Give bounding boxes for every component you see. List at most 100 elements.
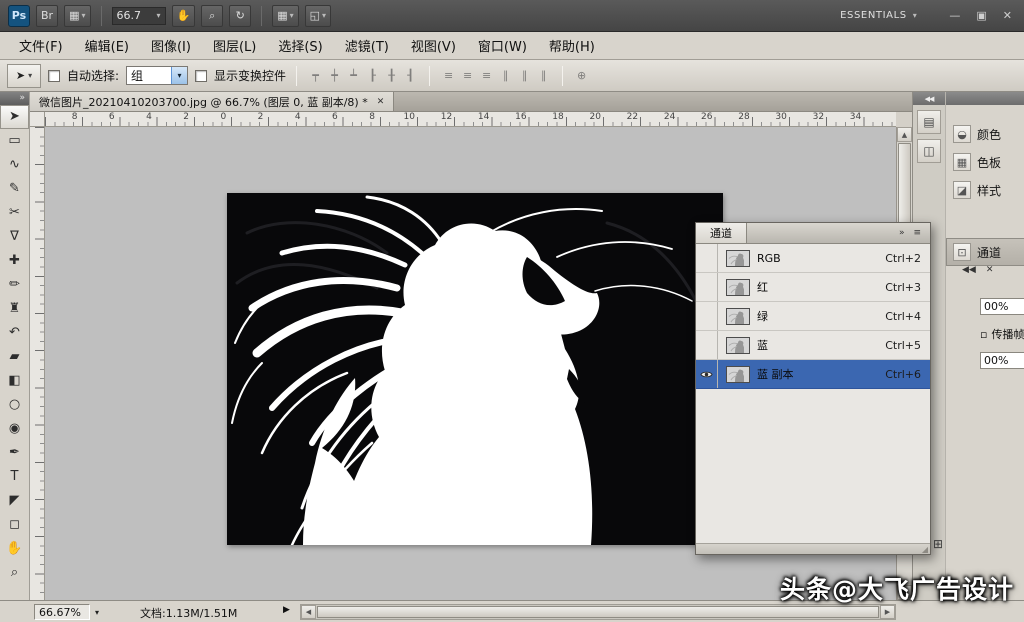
document-image[interactable]	[227, 193, 723, 545]
path-selection-tool[interactable]: ◤	[0, 489, 29, 513]
history-brush-tool[interactable]: ↶	[0, 321, 29, 345]
distribute-button[interactable]: ≡	[440, 68, 457, 84]
lasso-tool[interactable]: ∿	[0, 153, 29, 177]
visibility-toggle[interactable]	[696, 273, 718, 301]
channels-panel-tab[interactable]: 通道	[696, 223, 747, 243]
zoom-tool[interactable]: ⌕	[0, 561, 29, 585]
panel-menu-icon[interactable]: ≡	[913, 228, 921, 238]
visibility-toggle[interactable]	[696, 331, 718, 359]
eyedropper-tool[interactable]: ∇	[0, 225, 29, 249]
opacity-field[interactable]: 00% ▾	[980, 298, 1024, 315]
resize-grip-icon[interactable]: ◢	[922, 545, 928, 554]
channels-panel-button[interactable]: ⊡ 通道	[946, 238, 1024, 266]
toolbar-collapse-strip[interactable]: »	[0, 92, 29, 105]
pen-tool[interactable]: ✒	[0, 441, 29, 465]
hand-tool-button[interactable]: ✋	[172, 5, 196, 27]
distribute-button[interactable]: ≡	[478, 68, 495, 84]
scroll-right-arrow[interactable]: ▶	[880, 605, 895, 619]
menu-item[interactable]: 选择(S)	[267, 31, 333, 60]
panel-collapse-icon[interactable]: ◀◀	[962, 265, 976, 275]
arrange-documents-button[interactable]: ▦ ▾	[272, 5, 298, 27]
menu-item[interactable]: 滤镜(T)	[334, 31, 400, 60]
hand-tool[interactable]: ✋	[0, 537, 29, 561]
distribute-button[interactable]: ∥	[497, 68, 514, 84]
channel-thumbnail[interactable]	[726, 366, 750, 383]
auto-align-button[interactable]: ⊕	[573, 68, 590, 84]
horizontal-scroll-thumb[interactable]	[317, 606, 879, 618]
distribute-button[interactable]: ∥	[535, 68, 552, 84]
distribute-button[interactable]: ∥	[516, 68, 533, 84]
channel-thumbnail[interactable]	[726, 337, 750, 354]
auto-select-checkbox[interactable]	[48, 70, 60, 82]
rectangular-marquee-tool[interactable]: ▭	[0, 129, 29, 153]
scroll-up-arrow[interactable]: ▲	[897, 127, 912, 142]
visibility-toggle[interactable]	[696, 360, 718, 388]
current-tool-button[interactable]: ➤ ▾	[7, 64, 41, 88]
menu-item[interactable]: 编辑(E)	[74, 31, 140, 60]
dodge-tool[interactable]: ◉	[0, 417, 29, 441]
document-tab[interactable]: 微信图片_20210410203700.jpg @ 66.7% (图层 0, 蓝…	[30, 92, 394, 111]
menu-item[interactable]: 图层(L)	[202, 31, 267, 60]
dock-collapse-button[interactable]: ◀◀	[913, 92, 945, 105]
screen-mode-button[interactable]: ◱ ▾	[305, 5, 331, 27]
styles-panel-button[interactable]: ◪ 样式	[946, 176, 1024, 204]
visibility-toggle[interactable]	[696, 244, 718, 272]
channel-row[interactable]: 蓝 副本 Ctrl+6	[696, 360, 930, 389]
move-tool[interactable]: ➤	[0, 105, 29, 129]
brush-tool[interactable]: ✏	[0, 273, 29, 297]
channel-thumbnail[interactable]	[726, 279, 750, 296]
color-panel-button[interactable]: ◒ 颜色	[946, 120, 1024, 148]
clone-stamp-tool[interactable]: ♜	[0, 297, 29, 321]
scroll-left-arrow[interactable]: ◀	[301, 605, 316, 619]
collapsed-panel-button-1[interactable]: ▤	[917, 110, 941, 134]
menu-item[interactable]: 图像(I)	[140, 31, 202, 60]
panel-collapse-arrows-icon[interactable]: »	[899, 228, 905, 238]
align-button[interactable]: ┷	[345, 68, 362, 84]
workspace-switcher[interactable]: ESSENTIALS ▾	[840, 10, 917, 21]
minimize-button[interactable]: —	[949, 9, 960, 22]
channel-thumbnail[interactable]	[726, 308, 750, 325]
menu-item[interactable]: 窗口(W)	[467, 31, 538, 60]
collapsed-panel-button-2[interactable]: ◫	[917, 139, 941, 163]
rotate-view-button[interactable]: ↻	[229, 5, 251, 27]
status-menu-arrow-icon[interactable]: ▶	[283, 605, 290, 615]
zoom-tool-button[interactable]: ⌕	[201, 5, 223, 27]
tab-close-icon[interactable]: ✕	[377, 97, 385, 107]
menu-item[interactable]: 视图(V)	[400, 31, 467, 60]
propagate-frame-row[interactable]: ▫ 传播帧 1	[980, 326, 1024, 342]
type-tool[interactable]: T	[0, 465, 29, 489]
channel-row[interactable]: RGB Ctrl+2	[696, 244, 930, 273]
channel-thumbnail[interactable]	[726, 250, 750, 267]
quick-selection-tool[interactable]: ✎	[0, 177, 29, 201]
blur-tool[interactable]: ○	[0, 393, 29, 417]
channel-row[interactable]: 绿 Ctrl+4	[696, 302, 930, 331]
swatches-panel-button[interactable]: ▦ 色板	[946, 148, 1024, 176]
new-item-icon[interactable]: ⊞	[933, 537, 943, 551]
panel-close-icon[interactable]: ✕	[986, 265, 994, 275]
horizontal-scrollbar[interactable]: ◀ ▶	[300, 604, 896, 620]
auto-select-dropdown[interactable]: 组 ▾	[126, 66, 188, 85]
close-button[interactable]: ✕	[1003, 9, 1012, 22]
fill-field[interactable]: 00% ▾	[980, 352, 1024, 369]
restore-button[interactable]: ▣	[976, 9, 986, 22]
align-button[interactable]: ┨	[402, 68, 419, 84]
view-extras-button[interactable]: ▦ ▾	[64, 5, 90, 27]
visibility-toggle[interactable]	[696, 302, 718, 330]
bridge-button[interactable]: Br	[36, 5, 58, 27]
align-button[interactable]: ╂	[383, 68, 400, 84]
channels-panel-header[interactable]: 通道 » ≡	[696, 223, 930, 244]
align-button[interactable]: ┯	[307, 68, 324, 84]
menu-item[interactable]: 帮助(H)	[538, 31, 606, 60]
align-button[interactable]: ┠	[364, 68, 381, 84]
crop-tool[interactable]: ✂	[0, 201, 29, 225]
channel-row[interactable]: 红 Ctrl+3	[696, 273, 930, 302]
distribute-button[interactable]: ≡	[459, 68, 476, 84]
channel-row[interactable]: 蓝 Ctrl+5	[696, 331, 930, 360]
rectangle-tool[interactable]: ◻	[0, 513, 29, 537]
show-transform-checkbox[interactable]	[195, 70, 207, 82]
gradient-tool[interactable]: ◧	[0, 369, 29, 393]
eraser-tool[interactable]: ▰	[0, 345, 29, 369]
app-zoom-field[interactable]: 66.7 ▾	[112, 7, 166, 25]
menu-item[interactable]: 文件(F)	[8, 31, 74, 60]
status-zoom-field[interactable]: 66.67%	[34, 604, 90, 620]
